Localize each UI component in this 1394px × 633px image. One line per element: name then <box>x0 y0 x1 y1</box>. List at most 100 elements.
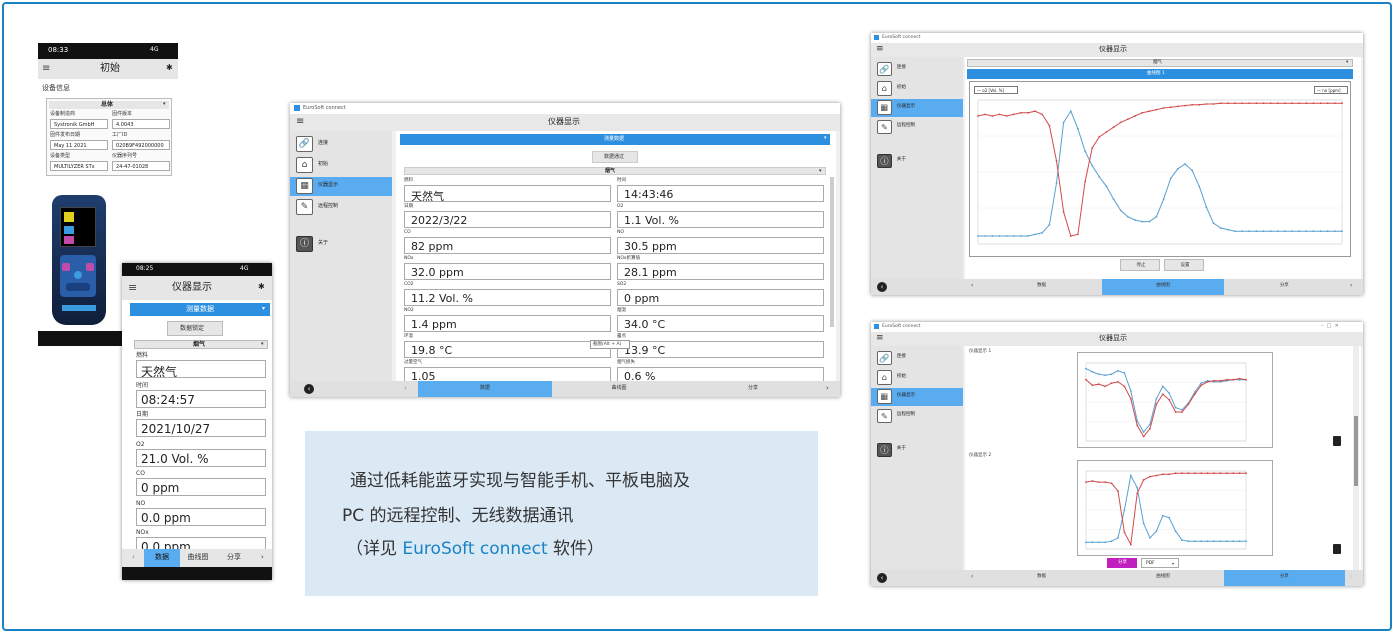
sidebar-item-1[interactable]: ⌂ 初始 <box>290 156 392 175</box>
tab-0[interactable]: 数据 <box>144 549 180 567</box>
format-select[interactable]: PDF ▾ <box>1141 558 1179 568</box>
back-icon[interactable]: ‹ <box>877 573 887 583</box>
tab-1[interactable]: 曲线图 <box>1102 279 1224 295</box>
back-icon[interactable]: ‹ <box>304 384 314 394</box>
tab-2[interactable]: 分享 <box>1224 279 1345 295</box>
menu-icon[interactable]: ≡ <box>876 45 884 54</box>
data-point <box>1117 537 1119 539</box>
sidebar-item-0[interactable]: 🔗 连接 <box>871 61 963 78</box>
data-point <box>991 235 994 237</box>
data-point <box>1334 230 1336 233</box>
sidebar-item-2[interactable]: ▦ 仪器显示 <box>290 177 392 196</box>
data-point <box>1245 540 1247 543</box>
chevron-left-icon[interactable]: ‹ <box>971 283 973 289</box>
data-point <box>1149 537 1151 539</box>
data-point <box>1062 211 1065 213</box>
sidebar: 🔗 连接 ⌂ 初始 ▦ 仪器显示 ✎ 远程控制 ⓘ 关于 <box>871 346 963 570</box>
sidebar-item-1[interactable]: ⌂ 初始 <box>871 369 963 386</box>
bluetooth-icon[interactable]: ✱ <box>258 283 265 291</box>
tab-label: 曲线图 <box>1156 574 1170 579</box>
info-line-1: 通过低耗能蓝牙实现与智能手机、平板电脑及 <box>350 471 690 491</box>
data-point <box>1105 131 1108 133</box>
back-icon[interactable]: ‹ <box>877 282 887 292</box>
chart1-label: 仪器显示 1 <box>969 349 992 354</box>
data-point <box>1326 230 1329 233</box>
tab-1[interactable]: 曲线图 <box>180 549 216 567</box>
dropdown[interactable]: 烟气 ▾ <box>967 59 1353 67</box>
menu-icon[interactable]: ≡ <box>876 334 884 343</box>
data-point <box>1269 230 1272 233</box>
chart-button-0[interactable]: 停止 <box>1120 259 1160 271</box>
tab-1[interactable]: 曲线图 <box>1102 570 1223 586</box>
data-point <box>1110 482 1113 485</box>
chevron-right-icon[interactable]: › <box>826 385 829 392</box>
sidebar-item-2[interactable]: ▦ 仪器显示 <box>871 99 963 117</box>
tab-2[interactable]: 分享 <box>1223 570 1345 586</box>
measure-subheader[interactable]: 测量数据 ▾ <box>400 134 830 145</box>
sidebar-item-label: 关于 <box>896 157 906 163</box>
sidebar-item-4[interactable]: ⓘ 关于 <box>871 153 963 170</box>
tab-2[interactable]: 分享 <box>686 381 820 397</box>
scrollbar[interactable] <box>1353 346 1359 570</box>
sidebar-item-label: 初始 <box>318 161 329 167</box>
field-label: 固件发布日期 <box>50 132 81 138</box>
remote-icon: ✎ <box>876 119 893 135</box>
sidebar-item-2[interactable]: ▦ 仪器显示 <box>871 388 963 406</box>
field-value: 1.05 <box>404 367 611 381</box>
data-pass-button[interactable]: 数据通过 <box>592 151 638 163</box>
dashboard-icon: ▦ <box>876 100 893 115</box>
data-point <box>1334 102 1336 105</box>
field-value: 1.1 Vol. % <box>617 211 824 228</box>
menu-icon[interactable]: ≡ <box>42 64 50 74</box>
data-point <box>1155 474 1158 477</box>
scrollbar[interactable] <box>830 177 834 327</box>
menu-icon[interactable]: ≡ <box>128 282 137 293</box>
window-controls[interactable]: – □ ✕ <box>1321 324 1339 329</box>
sidebar-item-3[interactable]: ✎ 远程控制 <box>871 119 963 136</box>
sidebar-item-0[interactable]: 🔗 连接 <box>290 135 392 154</box>
share-button[interactable]: 分享 <box>1107 558 1137 568</box>
data-point <box>1091 164 1094 167</box>
titlebar: EuroSoft connect <box>290 103 840 114</box>
sidebar-item-3[interactable]: ✎ 远程控制 <box>871 408 963 425</box>
sidebar-item-1[interactable]: ⌂ 初始 <box>871 80 963 97</box>
trash-icon[interactable] <box>1333 544 1341 554</box>
data-point <box>1212 222 1215 225</box>
sidebar-item-label: 关于 <box>318 240 329 246</box>
tab-0[interactable]: 数据 <box>418 381 552 397</box>
chevron-down-icon: ▾ <box>819 168 822 174</box>
data-point <box>1019 111 1022 114</box>
chevron-right-icon[interactable]: › <box>1350 574 1352 580</box>
chevron-right-icon[interactable]: › <box>261 554 264 561</box>
data-point <box>984 235 986 237</box>
menu-icon[interactable]: ≡ <box>296 117 304 127</box>
chevron-left-icon[interactable]: ‹ <box>404 385 407 392</box>
tab-0[interactable]: 数据 <box>981 279 1102 295</box>
field-label: NO2 <box>404 308 414 313</box>
data-point <box>1184 104 1186 107</box>
sidebar-item-4[interactable]: ⓘ 关于 <box>290 235 392 254</box>
sidebar-item-3[interactable]: ✎ 远程控制 <box>290 198 392 217</box>
tab-1[interactable]: 曲线图 <box>552 381 686 397</box>
data-point <box>1005 115 1008 117</box>
field-value: 11.2 Vol. % <box>404 289 611 306</box>
chart-button-1[interactable]: 设置 <box>1164 259 1204 271</box>
data-lock-button[interactable]: 数据锁定 <box>167 321 223 336</box>
measure-subheader[interactable]: 测量数据 ▾ <box>130 303 270 316</box>
bluetooth-icon[interactable]: ✱ <box>166 64 173 72</box>
chart-title-bar: 曲线图 1 <box>967 69 1353 79</box>
sidebar-item-4[interactable]: ⓘ 关于 <box>871 442 963 459</box>
tab-0[interactable]: 数据 <box>981 570 1102 586</box>
chevron-right-icon[interactable]: › <box>1350 283 1352 289</box>
chevron-left-icon[interactable]: ‹ <box>132 554 135 561</box>
trash-icon[interactable] <box>1333 436 1341 446</box>
eurosoft-link[interactable]: EuroSoft connect <box>402 539 547 559</box>
data-point <box>1085 367 1087 370</box>
group-header[interactable]: 烟气 ▾ <box>134 340 268 349</box>
chevron-left-icon[interactable]: ‹ <box>971 574 973 580</box>
sidebar-item-0[interactable]: 🔗 连接 <box>871 350 963 367</box>
field-value: 19.8 °C <box>404 341 611 358</box>
group-header[interactable]: 烟气 ▾ <box>404 167 826 175</box>
field-label: 设备类型 <box>50 153 71 159</box>
tab-2[interactable]: 分享 <box>216 549 252 567</box>
